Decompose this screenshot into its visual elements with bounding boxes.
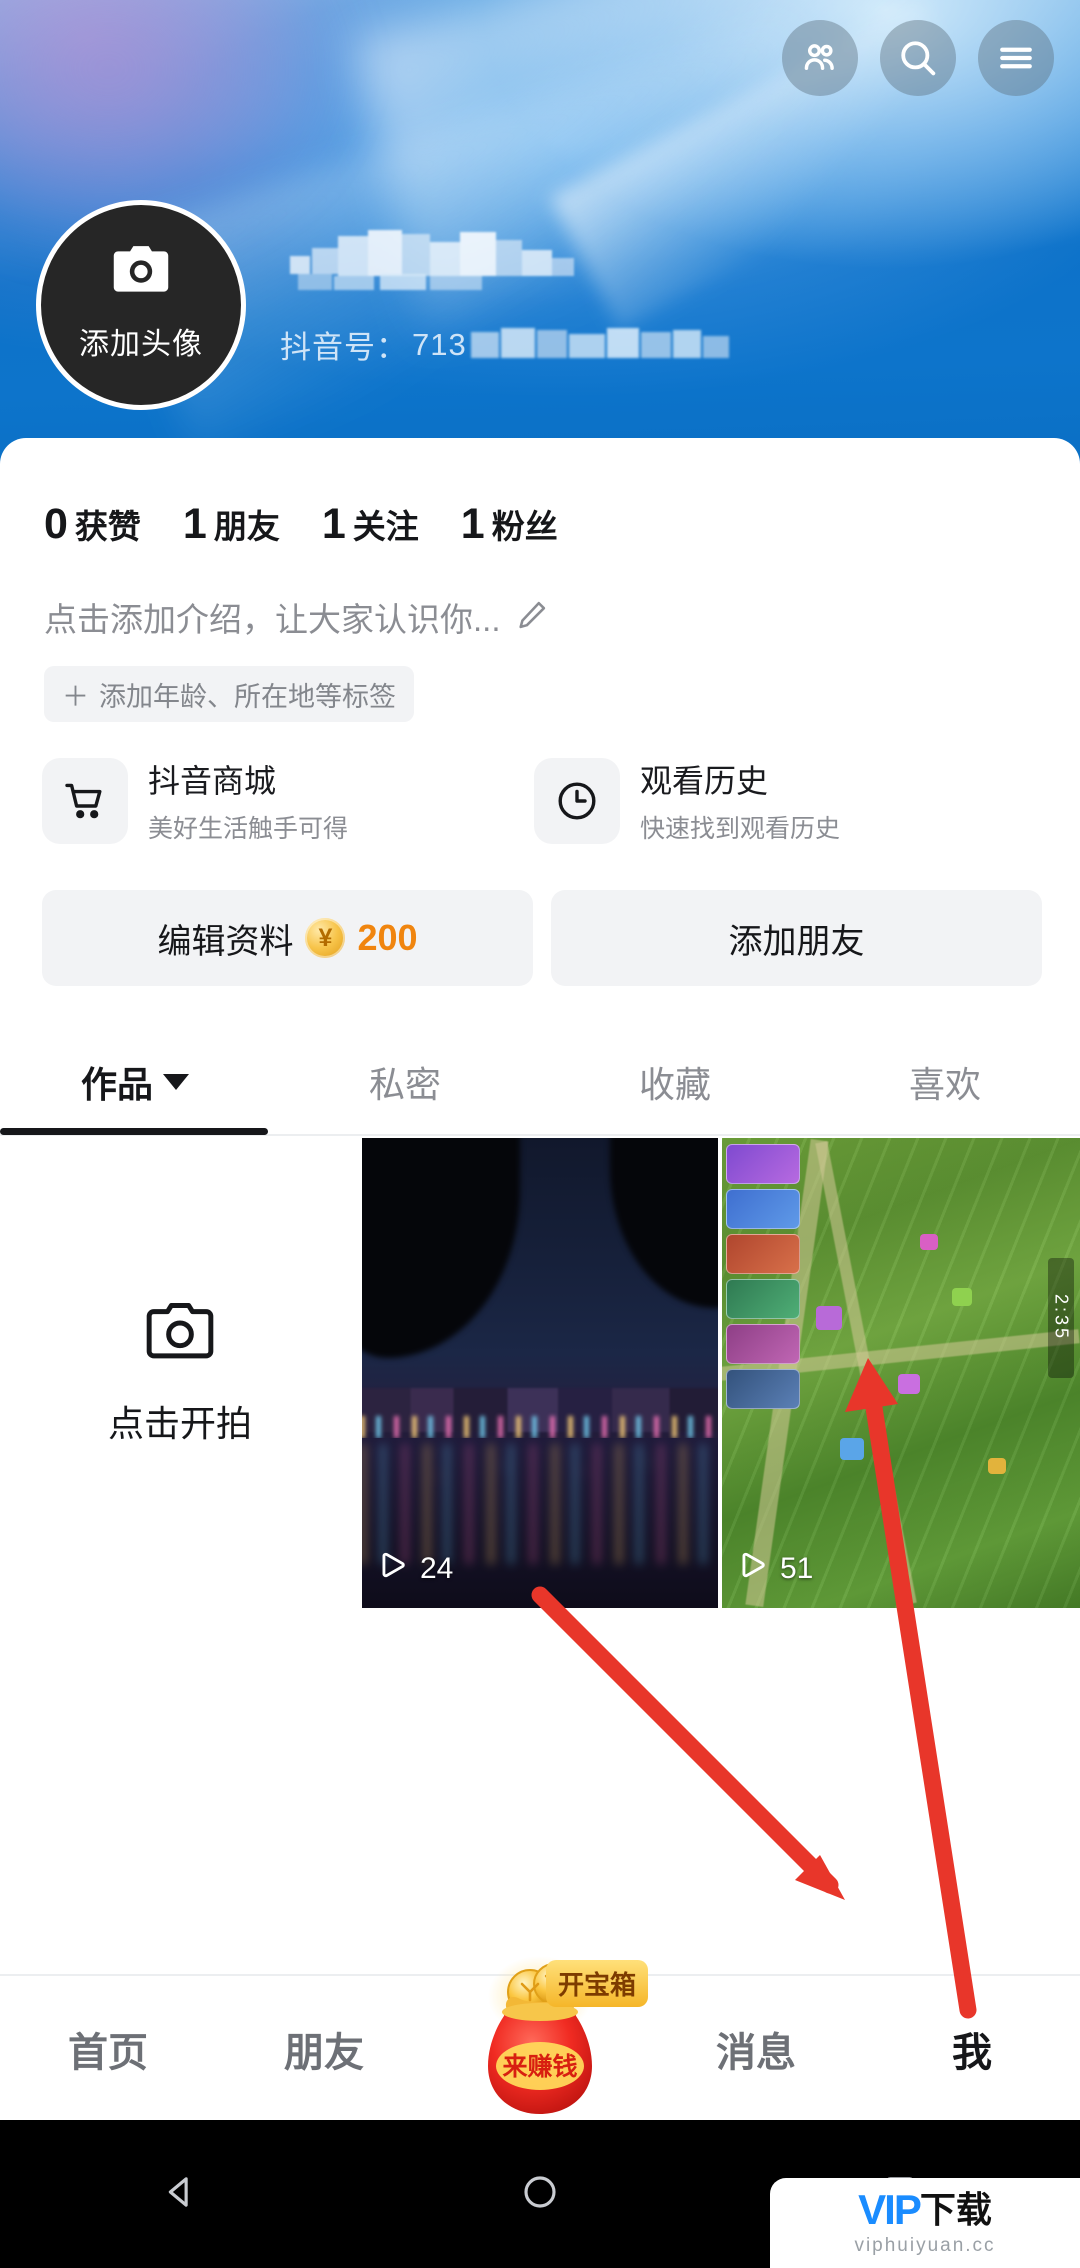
profile-header-banner: 添加头像 抖音号： 713 bbox=[0, 0, 1080, 470]
video-play-count: 24 bbox=[376, 1548, 453, 1590]
avatar-add-label: 添加头像 bbox=[79, 327, 203, 361]
edit-profile-label: 编辑资料 bbox=[157, 922, 294, 961]
bio-placeholder: 点击添加介绍，让大家认识你... bbox=[44, 601, 501, 638]
card-douyin-mall-text: 抖音商城 美好生活触手可得 bbox=[148, 756, 348, 845]
tab-works-label: 作品 bbox=[80, 1064, 153, 1105]
avatar-add-photo-button[interactable]: 添加头像 bbox=[36, 200, 246, 410]
card-watch-history[interactable]: 观看历史 快速找到观看历史 bbox=[534, 756, 1004, 845]
content-grid: 点击开拍 24 2:35 51 bbox=[0, 1138, 1080, 1608]
stat-friends[interactable]: 1 朋友 bbox=[183, 500, 280, 549]
treasure-box-badge[interactable]: 开宝箱 bbox=[546, 1960, 649, 2007]
shortcut-cards: 抖音商城 美好生活触手可得 观看历史 快速找到观看历史 bbox=[42, 756, 1042, 845]
stat-following-label: 关注 bbox=[352, 508, 419, 545]
nav-messages[interactable]: 消息 bbox=[648, 2020, 864, 2078]
stat-followers-label: 粉丝 bbox=[491, 508, 558, 545]
grid-divider-2 bbox=[718, 1138, 722, 1608]
stat-followers[interactable]: 1 粉丝 bbox=[461, 500, 558, 549]
stats-row: 0 获赞 1 朋友 1 关注 1 粉丝 bbox=[44, 500, 600, 549]
card-douyin-mall-subtitle: 美好生活触手可得 bbox=[148, 815, 349, 843]
card-watch-history-title: 观看历史 bbox=[640, 763, 769, 799]
watermark-ip: IP bbox=[884, 2186, 922, 2233]
video-thumb-game[interactable]: 2:35 51 bbox=[720, 1138, 1080, 1608]
tab-likes[interactable]: 喜欢 bbox=[810, 1056, 1080, 1108]
tab-favorites[interactable]: 收藏 bbox=[540, 1056, 810, 1108]
nickname-pixel-blocks bbox=[280, 230, 600, 300]
coin-reward-value: 200 bbox=[357, 917, 418, 958]
stat-friends-value: 1 bbox=[182, 500, 207, 548]
watermark-cn: 下载 bbox=[919, 2189, 992, 2230]
douyin-id-mosaic bbox=[470, 327, 731, 362]
svg-text:来赚钱: 来赚钱 bbox=[502, 2052, 577, 2081]
tab-active-underline bbox=[0, 1128, 268, 1135]
nav-home[interactable]: 首页 bbox=[0, 2020, 216, 2078]
camera-icon bbox=[143, 1300, 217, 1369]
tab-likes-label: 喜欢 bbox=[908, 1064, 981, 1105]
play-icon bbox=[376, 1548, 410, 1590]
shoot-new-video-label: 点击开拍 bbox=[107, 1402, 252, 1444]
stat-likes-value: 0 bbox=[44, 500, 68, 548]
tab-private[interactable]: 私密 bbox=[270, 1056, 540, 1108]
chevron-down-icon[interactable] bbox=[163, 1074, 189, 1090]
douyin-id: 抖音号： 713 bbox=[280, 322, 731, 367]
play-icon bbox=[736, 1548, 770, 1590]
video-play-count: 51 bbox=[736, 1548, 813, 1590]
plus-icon: ＋ bbox=[62, 681, 89, 712]
card-watch-history-subtitle: 快速找到观看历史 bbox=[640, 815, 841, 843]
nav-earn-money[interactable]: 来赚钱 开宝箱 bbox=[432, 1956, 649, 2122]
content-tabs: 作品 私密 收藏 喜欢 bbox=[0, 1028, 1080, 1136]
card-douyin-mall-title: 抖音商城 bbox=[148, 763, 277, 799]
add-tags-label: 添加年龄、所在地等标签 bbox=[99, 681, 396, 712]
watermark: V IP 下载 viphuiyuan.cc bbox=[770, 2178, 1080, 2268]
nav-friends[interactable]: 朋友 bbox=[216, 2020, 432, 2078]
tab-favorites-label: 收藏 bbox=[638, 1064, 711, 1105]
back-triangle-icon[interactable] bbox=[159, 2171, 201, 2218]
tab-works[interactable]: 作品 bbox=[0, 1056, 270, 1108]
stat-likes[interactable]: 0 获赞 bbox=[44, 500, 141, 549]
stat-following[interactable]: 1 关注 bbox=[322, 500, 419, 549]
stat-following-value: 1 bbox=[321, 500, 346, 548]
douyin-id-label: 抖音号： bbox=[280, 330, 408, 365]
video-play-count-value: 24 bbox=[420, 1552, 454, 1585]
game-side-label: 2:35 bbox=[1048, 1258, 1074, 1378]
clock-icon bbox=[534, 757, 620, 844]
card-watch-history-text: 观看历史 快速找到观看历史 bbox=[640, 756, 840, 845]
game-hud-overlay bbox=[726, 1144, 800, 1409]
android-navigation-bar: V IP 下载 viphuiyuan.cc bbox=[0, 2120, 1080, 2268]
watermark-v: V bbox=[858, 2186, 886, 2233]
camera-icon bbox=[109, 242, 173, 303]
game-thumbnail-image: 2:35 bbox=[720, 1138, 1080, 1608]
coin-icon: ¥ bbox=[305, 918, 346, 958]
video-play-count-value: 51 bbox=[780, 1552, 814, 1585]
header-action-icons bbox=[782, 20, 1054, 96]
stat-followers-value: 1 bbox=[460, 500, 485, 548]
stat-friends-label: 朋友 bbox=[213, 508, 280, 545]
grid-divider-1 bbox=[358, 1138, 362, 1608]
profile-content-sheet: 0 获赞 1 朋友 1 关注 1 粉丝 点击添加介绍，让大家认识你... ＋ 添… bbox=[0, 438, 1080, 2000]
home-circle-icon[interactable] bbox=[519, 2171, 561, 2218]
bio-add-row[interactable]: 点击添加介绍，让大家认识你... bbox=[44, 593, 549, 641]
bottom-navigation-bar: 首页 朋友 来赚钱 开宝箱 消息 我 bbox=[0, 1956, 1080, 2122]
pencil-icon[interactable] bbox=[515, 598, 549, 637]
video-thumb-night-city[interactable]: 24 bbox=[360, 1138, 720, 1608]
search-icon[interactable] bbox=[880, 20, 956, 96]
douyin-profile-screen: 添加头像 抖音号： 713 0 获赞 1 朋友 1 关注 1 粉丝 点击添加介绍… bbox=[0, 0, 1080, 2268]
nickname-mosaic bbox=[280, 230, 700, 300]
tab-private-label: 私密 bbox=[368, 1064, 441, 1105]
add-friend-label: 添加朋友 bbox=[728, 922, 865, 961]
cart-icon bbox=[42, 757, 128, 844]
card-douyin-mall[interactable]: 抖音商城 美好生活触手可得 bbox=[42, 756, 512, 845]
profile-action-buttons: 编辑资料 ¥ 200 添加朋友 bbox=[42, 890, 1042, 986]
shoot-new-video-cell[interactable]: 点击开拍 bbox=[0, 1138, 360, 1608]
friends-icon[interactable] bbox=[782, 20, 858, 96]
add-friend-button[interactable]: 添加朋友 bbox=[551, 890, 1042, 986]
menu-icon[interactable] bbox=[978, 20, 1054, 96]
add-tags-chip[interactable]: ＋ 添加年龄、所在地等标签 bbox=[44, 666, 414, 722]
watermark-url: viphuiyuan.cc bbox=[854, 2235, 996, 2256]
nav-me[interactable]: 我 bbox=[864, 2020, 1080, 2078]
night-city-thumbnail-image bbox=[360, 1138, 720, 1608]
douyin-id-value: 713 bbox=[412, 326, 467, 362]
edit-profile-button[interactable]: 编辑资料 ¥ 200 bbox=[42, 890, 533, 986]
stat-likes-label: 获赞 bbox=[74, 508, 141, 545]
watermark-logo: V IP 下载 bbox=[858, 2189, 992, 2231]
